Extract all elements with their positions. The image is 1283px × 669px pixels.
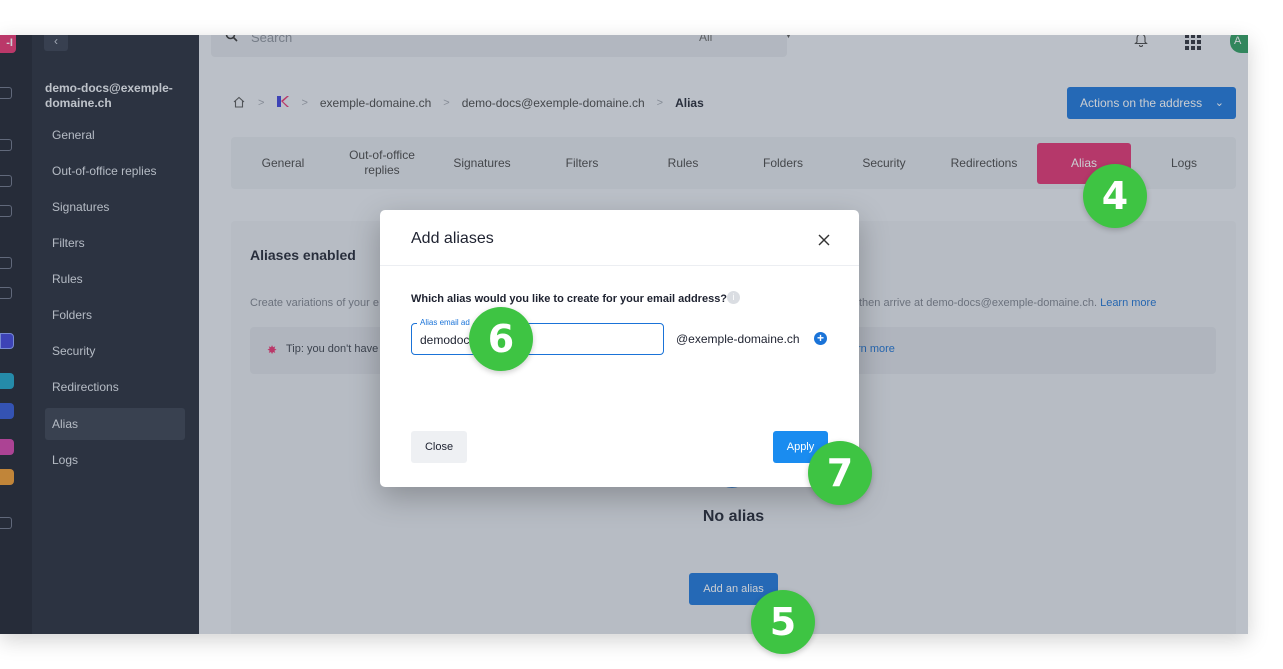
step-badge-6: 6 <box>469 307 533 371</box>
alias-field-label: Alias email ad <box>417 318 473 327</box>
close-icon[interactable] <box>816 232 832 248</box>
step-badge-5: 5 <box>751 590 815 654</box>
info-icon[interactable]: i <box>727 291 740 304</box>
domain-suffix: @exemple-domaine.ch <box>676 332 800 346</box>
alias-question: Which alias would you like to create for… <box>411 293 728 305</box>
add-aliases-dialog: Add aliases Which alias would you like t… <box>380 210 859 487</box>
alias-field-value: demodoc <box>420 333 470 347</box>
step-badge-4: 4 <box>1083 164 1147 228</box>
dialog-divider <box>380 265 859 266</box>
add-circle-icon[interactable]: + <box>814 332 827 345</box>
alias-email-input[interactable]: Alias email ad demodoc <box>411 318 664 355</box>
close-button[interactable]: Close <box>411 431 467 463</box>
step-badge-7: 7 <box>808 441 872 505</box>
dialog-title: Add aliases <box>411 230 494 247</box>
